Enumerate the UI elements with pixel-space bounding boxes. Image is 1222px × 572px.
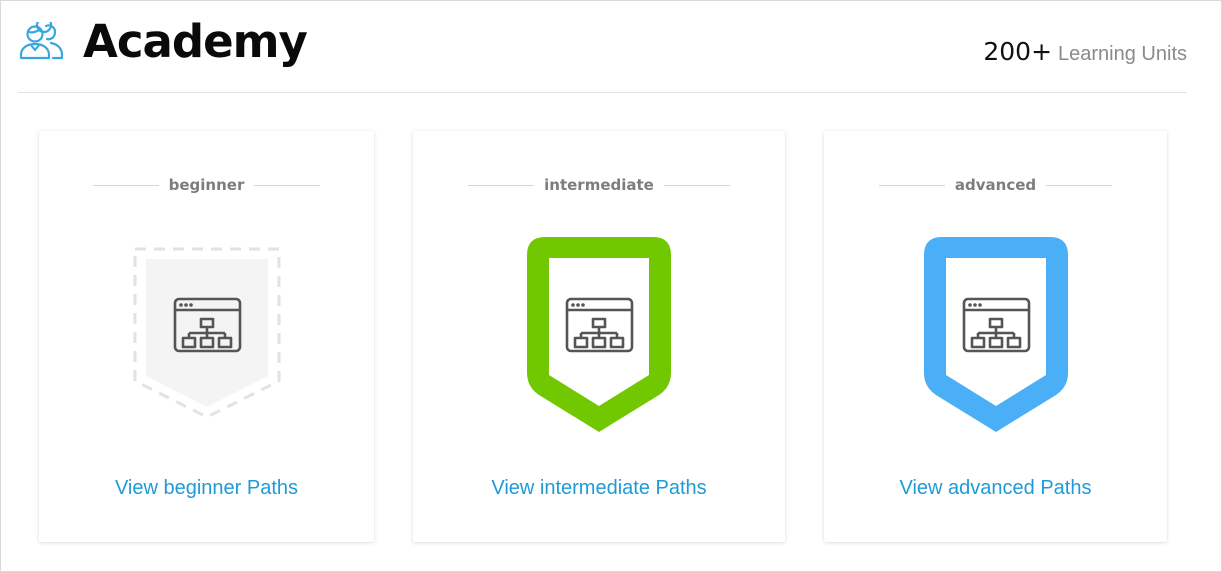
divider <box>1046 184 1113 186</box>
level-heading: beginner <box>39 175 374 195</box>
learning-units-count: 200+ <box>983 37 1053 66</box>
level-heading: advanced <box>824 175 1167 195</box>
page-header: Academy 200+ Learning Units <box>18 0 1187 93</box>
view-beginner-paths-link[interactable]: View beginner Paths <box>39 475 374 501</box>
advanced-badge-icon <box>923 237 1068 432</box>
beginner-badge-icon <box>133 247 280 419</box>
level-card-beginner: beginner View beginner Paths <box>39 131 374 542</box>
divider <box>663 184 730 186</box>
level-heading: intermediate <box>413 175 785 195</box>
level-label: beginner <box>168 176 245 194</box>
users-icon <box>19 22 64 60</box>
level-label: advanced <box>954 176 1037 194</box>
learning-units-summary: 200+ Learning Units <box>983 37 1187 71</box>
learning-units-label: Learning Units <box>1058 43 1187 65</box>
page-title: Academy <box>83 15 308 68</box>
level-card-advanced: advanced View advanced Paths <box>824 131 1167 542</box>
divider <box>92 184 159 186</box>
intermediate-badge-icon <box>527 237 671 432</box>
divider <box>254 184 321 186</box>
view-intermediate-paths-link[interactable]: View intermediate Paths <box>413 475 785 501</box>
level-card-intermediate: intermediate View intermediate Paths <box>413 131 785 542</box>
level-label: intermediate <box>544 176 654 194</box>
view-advanced-paths-link[interactable]: View advanced Paths <box>824 475 1167 501</box>
divider <box>878 184 945 186</box>
divider <box>468 184 535 186</box>
